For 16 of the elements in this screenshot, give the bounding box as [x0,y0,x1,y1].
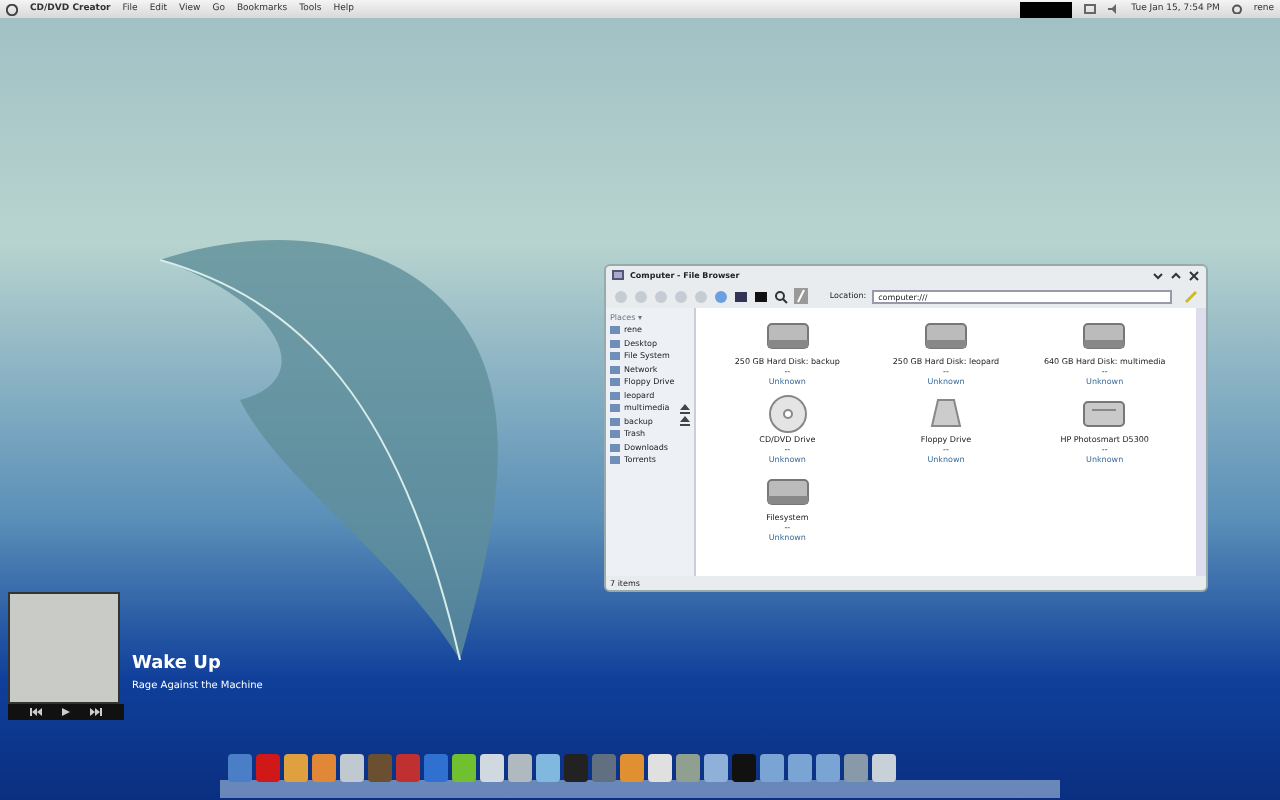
previous-icon [30,708,42,716]
logo-icon [6,3,18,15]
computer-icon [612,269,624,281]
panel-block [1019,1,1072,17]
optical-disc-icon [763,394,812,434]
power-icon [1231,4,1242,14]
next-icon [90,708,102,716]
play-icon [62,708,70,716]
search-icon [773,289,788,303]
song-title: Wake Up [132,652,223,678]
close-icon [1188,269,1200,281]
album-art-placeholder [8,592,120,704]
maximize-icon [1170,269,1182,281]
volume-icon [1107,4,1120,14]
scrollbar[interactable] [1196,308,1206,576]
minimize-icon [1152,269,1164,281]
